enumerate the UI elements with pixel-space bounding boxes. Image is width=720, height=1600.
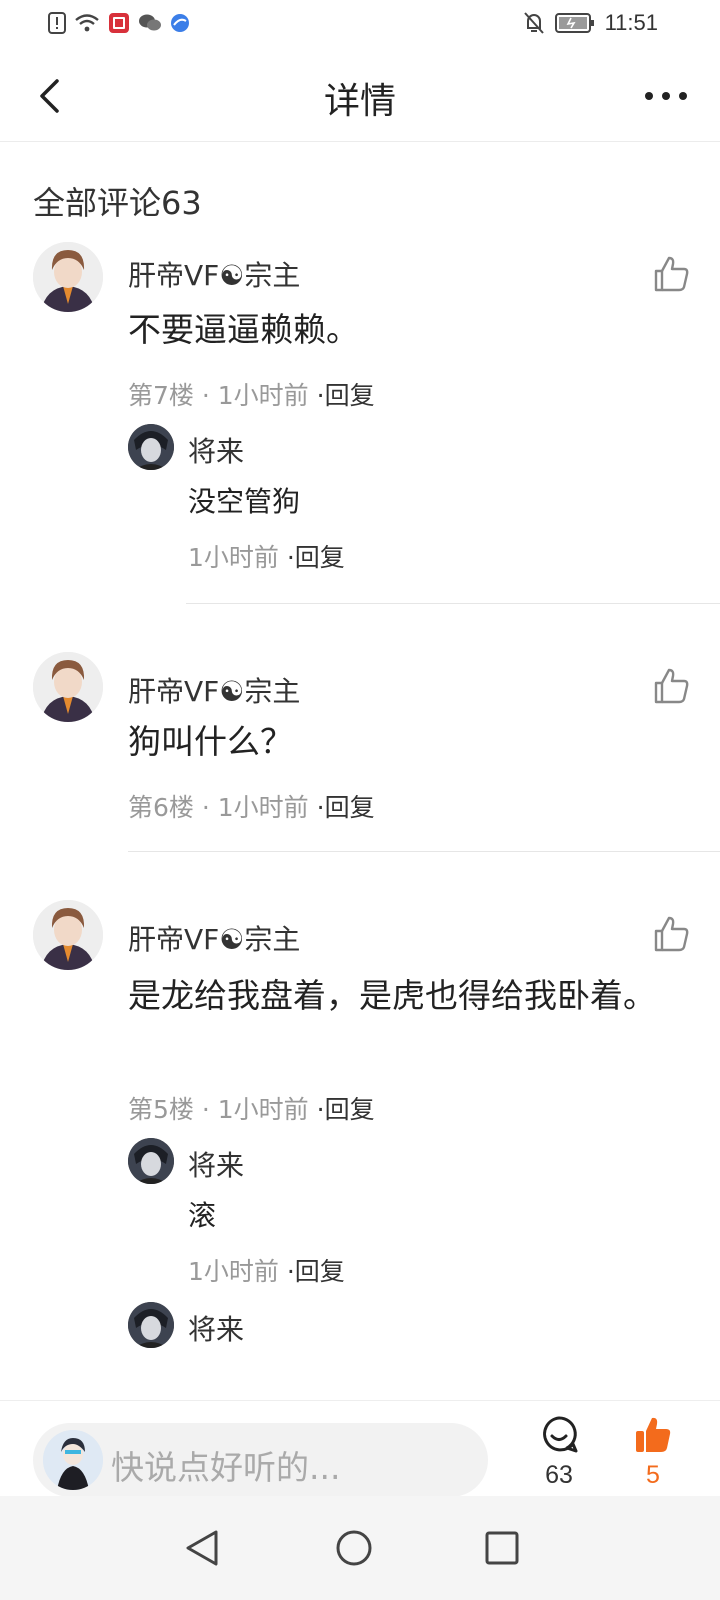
comment-text: 是龙给我盘着，是虎也得给我卧着。 [128,976,656,1015]
reply-avatar[interactable] [128,1302,174,1348]
comment-floor: 第5楼 [128,1095,194,1124]
thumbs-up-icon [654,256,689,292]
status-bar: 11:51 [0,0,720,48]
system-nav-bar [0,1496,720,1600]
comment-count: 63 [545,1461,573,1489]
alert-icon [48,12,66,34]
reply-avatar-image [128,1138,174,1184]
comment-floor: 第7楼 [128,381,194,410]
reply-text: 没空管狗 [188,485,301,518]
status-icons-right: 11:51 [523,10,658,36]
comment-time: 1小时前 [217,1095,309,1124]
avatar-image [33,652,103,722]
more-icon [645,92,687,100]
comment-input-placeholder: 快说点好听的... [111,1448,341,1487]
comment-username[interactable]: 肝帝VF☯宗主 [128,918,300,958]
divider [128,851,720,852]
comment-floor: 第6楼 [128,793,194,822]
comments-section-title: 全部评论63 [33,184,202,222]
reply-time: 1小时前 [188,1257,279,1286]
comment-time: 1小时前 [217,793,309,822]
like-count-button[interactable]: 5 [628,1415,678,1490]
nav-recents-button[interactable] [474,1520,530,1576]
nav-back-button[interactable] [174,1520,230,1576]
battery-icon [554,13,594,33]
thumbs-up-icon [636,1417,671,1452]
avatar[interactable] [33,652,103,722]
reply-username[interactable]: 将来 [188,430,244,470]
comment-meta: 第7楼 · 1小时前 ·回复 [128,376,375,412]
avatar[interactable] [33,242,103,312]
comment-text: 不要逼逼赖赖。 [128,310,359,349]
reply-avatar-image [128,1302,174,1348]
comment-bubble-icon [543,1416,578,1453]
reply-avatar[interactable] [128,424,174,470]
status-icons-left [48,12,190,34]
thumbs-up-icon [654,668,689,704]
avatar[interactable] [33,900,103,970]
comment-username[interactable]: 肝帝VF☯宗主 [128,254,300,294]
clock: 11:51 [604,10,658,35]
comment-count-button[interactable]: 63 [534,1415,584,1490]
thumbs-up-icon [654,916,689,952]
avatar-image [33,242,103,312]
my-avatar-image [43,1430,103,1490]
browser-icon [171,14,189,32]
comment-meta: 第6楼 · 1小时前 ·回复 [128,788,375,824]
app-notification-icon [109,13,129,33]
header: 详情 [0,50,720,142]
reply-link[interactable]: ·回复 [287,543,345,572]
my-avatar [43,1430,103,1490]
page-title: 详情 [323,81,396,122]
reply-link[interactable]: ·回复 [317,381,375,410]
reply-link[interactable]: ·回复 [287,1257,345,1286]
meta-separator: · [201,381,218,410]
comment-meta: 第5楼 · 1小时前 ·回复 [128,1090,375,1126]
reply-username[interactable]: 将来 [188,1144,244,1184]
divider [186,603,720,604]
nav-home-icon [336,1530,372,1566]
comment-input[interactable]: 快说点好听的... [33,1423,488,1497]
reply-link[interactable]: ·回复 [317,793,375,822]
nav-recents-icon [485,1531,519,1565]
meta-separator: · [201,793,218,822]
comment-username[interactable]: 肝帝VF☯宗主 [128,670,300,710]
avatar-image [33,900,103,970]
comment-like-button[interactable] [652,666,692,706]
mute-bell-icon [523,12,544,34]
wechat-icon [139,14,161,31]
reply-meta: 1小时前 ·回复 [188,1252,345,1288]
reply-username[interactable]: 将来 [188,1308,244,1348]
more-button[interactable] [638,78,694,114]
nav-back-icon [186,1530,218,1566]
reply-avatar[interactable] [128,1138,174,1184]
bottom-comment-bar: 快说点好听的... 63 5 [0,1400,720,1497]
reply-time: 1小时前 [188,543,279,572]
reply-meta: 1小时前 ·回复 [188,538,345,574]
reply-link[interactable]: ·回复 [317,1095,375,1124]
meta-separator: · [201,1095,218,1124]
wifi-icon [75,14,99,32]
reply-text: 滚 [188,1199,217,1232]
comment-text: 狗叫什么？ [128,722,293,761]
nav-home-button[interactable] [326,1520,382,1576]
like-count: 5 [646,1461,660,1489]
reply-avatar-image [128,424,174,470]
comment-like-button[interactable] [652,914,692,954]
comment-like-button[interactable] [652,254,692,294]
comment-time: 1小时前 [217,381,309,410]
